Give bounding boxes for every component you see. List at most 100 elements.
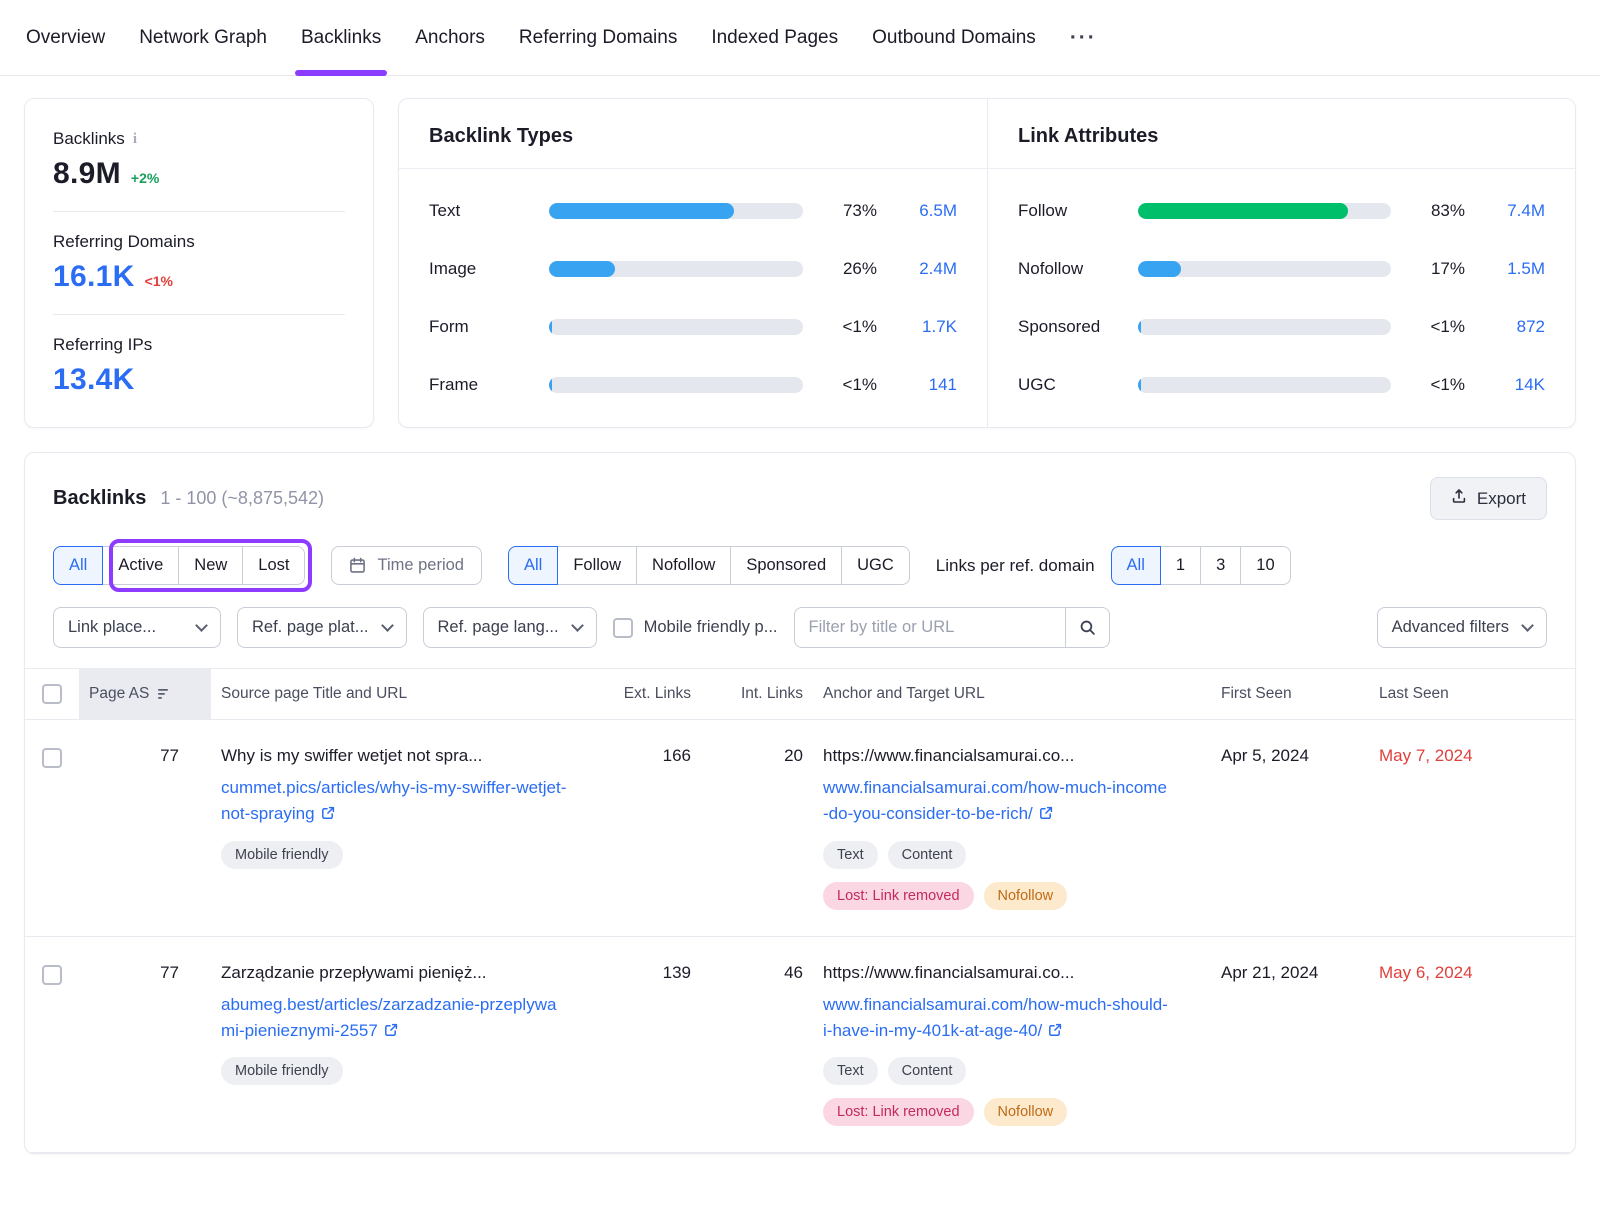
follow-count-link[interactable]: 7.4M — [1481, 201, 1545, 221]
column-header-source[interactable]: Source page Title and URL — [211, 669, 601, 719]
ext-links-value: 166 — [601, 746, 701, 766]
bar-row-form: Form <1% 1.7K — [429, 317, 957, 337]
summary-card: Backlinks i 8.9M +2% Referring Domains 1… — [24, 98, 374, 428]
tab-indexed-pages[interactable]: Indexed Pages — [711, 0, 838, 76]
tab-outbound-domains[interactable]: Outbound Domains — [872, 0, 1036, 76]
bar-percent: 17% — [1407, 259, 1465, 279]
time-period-button[interactable]: Time period — [331, 546, 482, 585]
nofollow-count-link[interactable]: 1.5M — [1481, 259, 1545, 279]
link-placement-dropdown[interactable]: Link place... — [53, 607, 221, 648]
bar-label: Form — [429, 317, 533, 337]
more-tabs-icon[interactable]: ··· — [1070, 0, 1097, 76]
export-label: Export — [1477, 489, 1526, 509]
links-per-domain-1[interactable]: 1 — [1160, 546, 1201, 585]
links-per-domain-3[interactable]: 3 — [1200, 546, 1241, 585]
bar-label: Sponsored — [1018, 317, 1122, 337]
image-count-link[interactable]: 2.4M — [893, 259, 957, 279]
sponsored-count-link[interactable]: 872 — [1481, 317, 1545, 337]
bar-label: Frame — [429, 375, 533, 395]
export-button[interactable]: Export — [1430, 477, 1547, 520]
status-filter-active[interactable]: Active — [102, 546, 179, 585]
top-navigation: Overview Network Graph Backlinks Anchors… — [0, 0, 1600, 76]
bar-label: Follow — [1018, 201, 1122, 221]
row-checkbox[interactable] — [42, 748, 62, 768]
external-link-icon[interactable] — [321, 806, 335, 820]
bar-label: UGC — [1018, 375, 1122, 395]
select-all-checkbox[interactable] — [42, 684, 62, 704]
tab-referring-domains[interactable]: Referring Domains — [519, 0, 677, 76]
mobile-friendly-filter[interactable]: Mobile friendly p... — [613, 618, 778, 638]
form-count-link[interactable]: 1.7K — [893, 317, 957, 337]
tab-network-graph[interactable]: Network Graph — [139, 0, 267, 76]
source-page-title: Why is my swiffer wetjet not spra... — [221, 746, 591, 766]
bar-percent: 83% — [1407, 201, 1465, 221]
column-header-ext-links[interactable]: Ext. Links — [601, 669, 701, 719]
title-url-filter-input[interactable] — [794, 607, 1066, 648]
bar-row-sponsored: Sponsored <1% 872 — [1018, 317, 1545, 337]
anchor-text: https://www.financialsamurai.co... — [823, 963, 1193, 983]
ugc-count-link[interactable]: 14K — [1481, 375, 1545, 395]
column-header-int-links[interactable]: Int. Links — [701, 669, 813, 719]
link-context-badge: Content — [888, 841, 967, 869]
ref-page-platform-dropdown[interactable]: Ref. page plat... — [237, 607, 407, 648]
last-seen-date: May 7, 2024 — [1369, 746, 1511, 766]
int-links-value: 20 — [701, 746, 813, 766]
links-per-domain-all[interactable]: All — [1111, 546, 1161, 585]
chevron-down-icon — [571, 619, 584, 632]
advanced-filters-dropdown[interactable]: Advanced filters — [1377, 607, 1547, 648]
backlink-types-panel: Backlink Types Text 73% 6.5M Image 26% 2… — [399, 99, 987, 427]
text-count-link[interactable]: 6.5M — [893, 201, 957, 221]
target-url-link[interactable]: www.financialsamurai.com/how-much-should… — [823, 995, 1168, 1040]
follow-filter-follow[interactable]: Follow — [557, 546, 637, 585]
follow-filter-group: All Follow Nofollow Sponsored UGC — [508, 546, 910, 585]
bar-percent: <1% — [819, 317, 877, 337]
bar-percent: <1% — [1407, 375, 1465, 395]
chevron-down-icon — [1521, 619, 1534, 632]
ext-links-value: 139 — [601, 963, 701, 983]
mobile-friendly-checkbox[interactable] — [613, 618, 633, 638]
tab-backlinks[interactable]: Backlinks — [301, 0, 381, 76]
column-header-last-seen[interactable]: Last Seen — [1369, 669, 1511, 719]
status-filter-lost[interactable]: Lost — [242, 546, 305, 585]
export-icon — [1451, 488, 1467, 509]
external-link-icon[interactable] — [1039, 806, 1053, 820]
column-header-anchor[interactable]: Anchor and Target URL — [813, 669, 1211, 719]
section-title: Backlinks — [53, 487, 146, 510]
follow-filter-nofollow[interactable]: Nofollow — [636, 546, 731, 585]
follow-filter-ugc[interactable]: UGC — [841, 546, 910, 585]
source-page-url-link[interactable]: cummet.pics/articles/why-is-my-swiffer-w… — [221, 778, 566, 823]
page-as-value: 77 — [79, 746, 211, 766]
referring-domains-metric-delta: <1% — [145, 273, 173, 289]
first-seen-date: Apr 21, 2024 — [1211, 963, 1369, 983]
page-as-value: 77 — [79, 963, 211, 983]
external-link-icon[interactable] — [1048, 1023, 1062, 1037]
bar-percent: 73% — [819, 201, 877, 221]
search-button[interactable] — [1066, 607, 1110, 648]
first-seen-date: Apr 5, 2024 — [1211, 746, 1369, 766]
row-checkbox[interactable] — [42, 965, 62, 985]
referring-domains-metric-value[interactable]: 16.1K — [53, 260, 135, 294]
follow-filter-all[interactable]: All — [508, 546, 558, 585]
column-header-first-seen[interactable]: First Seen — [1211, 669, 1369, 719]
info-icon[interactable]: i — [133, 131, 137, 148]
external-link-icon[interactable] — [384, 1023, 398, 1037]
tab-anchors[interactable]: Anchors — [415, 0, 485, 76]
frame-bar — [549, 377, 803, 393]
tab-overview[interactable]: Overview — [26, 0, 105, 76]
column-header-page-as[interactable]: Page AS — [79, 669, 211, 719]
ref-page-language-dropdown[interactable]: Ref. page lang... — [423, 607, 597, 648]
status-filter-all[interactable]: All — [53, 546, 103, 585]
text-bar — [549, 203, 803, 219]
last-seen-date: May 6, 2024 — [1369, 963, 1511, 983]
referring-ips-metric-value[interactable]: 13.4K — [53, 363, 135, 397]
target-url-link[interactable]: www.financialsamurai.com/how-much-income… — [823, 778, 1167, 823]
status-filter-new[interactable]: New — [178, 546, 243, 585]
ref-page-platform-label: Ref. page plat... — [252, 618, 369, 637]
source-page-title: Zarządzanie przepływami pienięż... — [221, 963, 591, 983]
search-icon — [1079, 619, 1096, 636]
frame-count-link[interactable]: 141 — [893, 375, 957, 395]
follow-filter-sponsored[interactable]: Sponsored — [730, 546, 842, 585]
table-row: 77 Why is my swiffer wetjet not spra... … — [25, 720, 1575, 937]
links-per-domain-10[interactable]: 10 — [1240, 546, 1290, 585]
link-type-badge: Text — [823, 1057, 878, 1085]
